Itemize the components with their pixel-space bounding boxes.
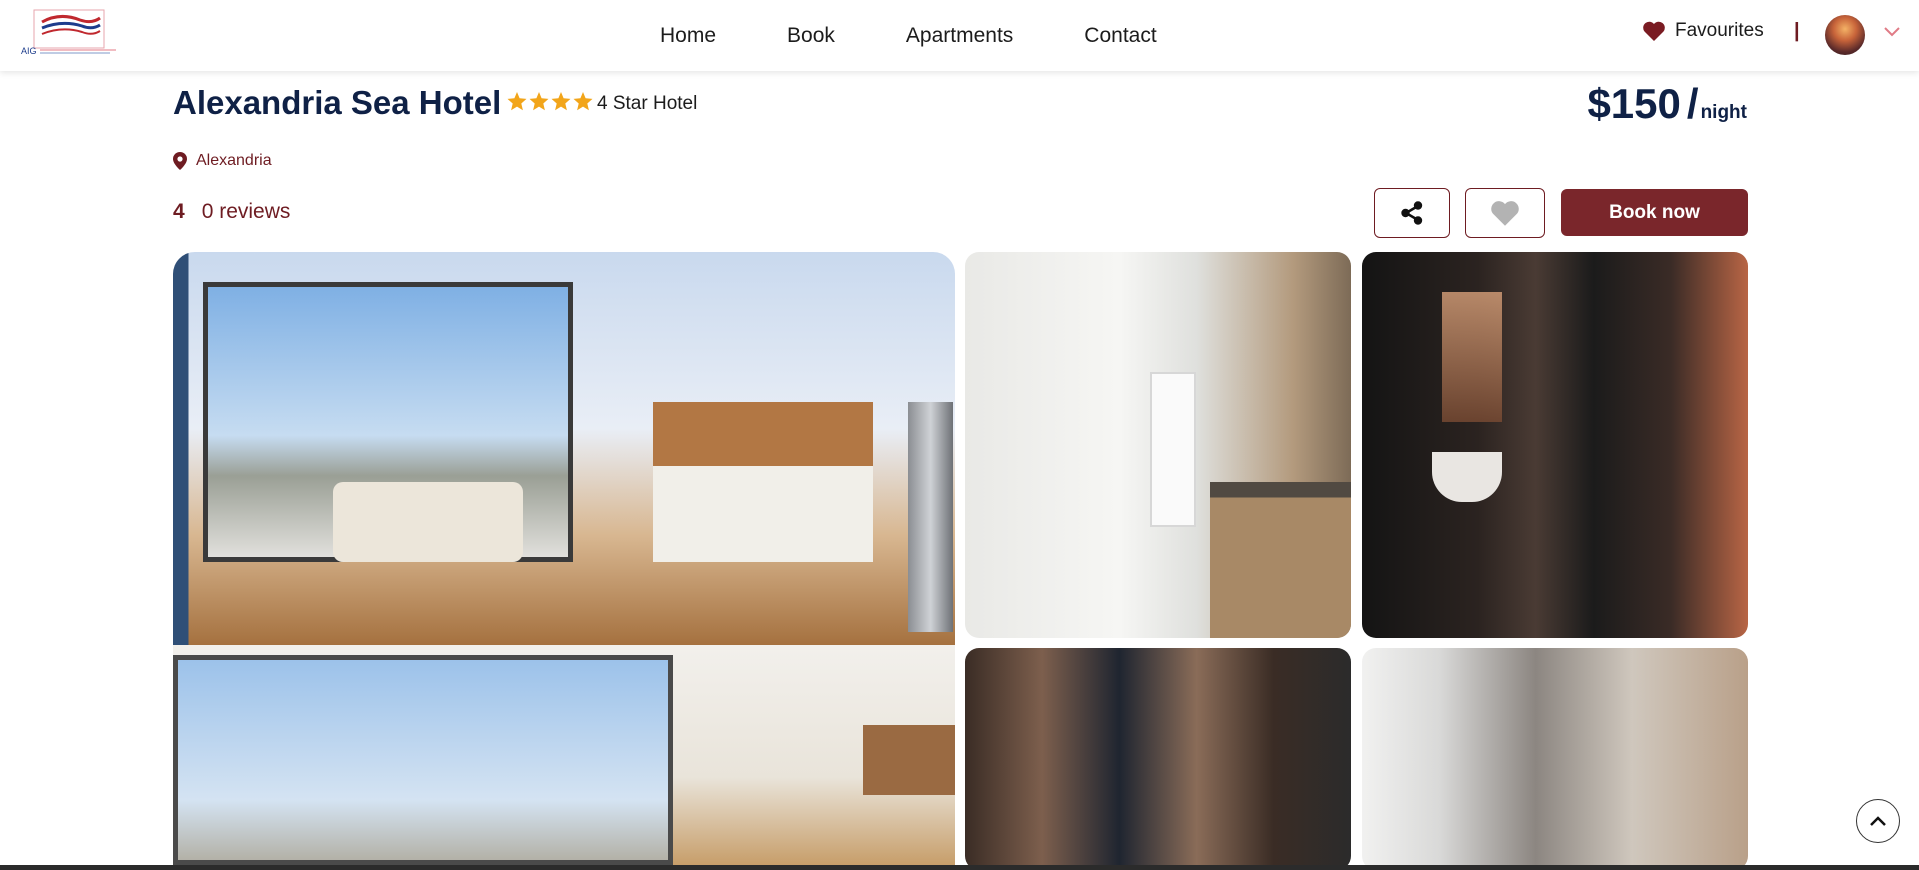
gallery-photo-living-room-2[interactable] (173, 645, 955, 865)
bathtub-shape (1432, 452, 1502, 502)
gallery-photo-dark-suite[interactable] (1362, 252, 1748, 638)
scroll-to-top-button[interactable] (1856, 799, 1900, 843)
star-icon (573, 92, 593, 111)
favourites-label: Favourites (1675, 20, 1764, 41)
share-icon (1401, 201, 1423, 225)
bottom-bar (0, 865, 1919, 870)
star-label: 4 Star Hotel (597, 93, 698, 114)
price-amount: $150 (1587, 80, 1681, 127)
heart-icon (1491, 201, 1519, 226)
share-button[interactable] (1374, 188, 1450, 238)
favourites-link[interactable]: Favourites (1642, 20, 1764, 42)
location-label: Alexandria (196, 152, 272, 169)
map-pin-icon (173, 152, 187, 170)
gallery-photo-shower-room[interactable] (1362, 648, 1748, 870)
hotel-name: Alexandria Sea Hotel (173, 84, 502, 121)
chevron-up-icon (1870, 816, 1886, 826)
price-unit: night (1700, 102, 1747, 123)
kitchen-shape (653, 402, 873, 562)
site-logo[interactable]: AIG (20, 8, 120, 58)
nav-contact[interactable]: Contact (1084, 24, 1156, 48)
door-shape (1150, 372, 1196, 527)
navbar: AIG Home Book Apartments Contact Favouri… (0, 0, 1919, 71)
price: $150 / night (1587, 80, 1747, 128)
nav-book[interactable]: Book (787, 24, 835, 48)
logo-text: AIG (21, 46, 37, 56)
nav-apartments[interactable]: Apartments (906, 24, 1013, 48)
reviews-summary[interactable]: 4 0 reviews (173, 200, 290, 224)
cabinet-shape (863, 725, 955, 795)
heart-icon (1643, 21, 1665, 41)
price-slash: / (1686, 80, 1699, 127)
location: Alexandria (173, 152, 272, 170)
window-shape (173, 655, 673, 865)
gallery-photo-bathroom-kitchen[interactable] (965, 252, 1351, 638)
window-glow-shape (1442, 292, 1502, 422)
star-rating (507, 92, 595, 111)
sofa-shape (333, 482, 523, 562)
star-icon (551, 92, 571, 111)
gallery-photo-living-room[interactable] (173, 252, 955, 645)
counter-shape (1210, 482, 1351, 638)
star-icon (507, 92, 527, 111)
chevron-down-icon[interactable] (1883, 26, 1901, 38)
main-nav: Home Book Apartments Contact (660, 0, 1157, 71)
favourite-button[interactable] (1465, 188, 1545, 238)
fridge-shape (908, 402, 953, 632)
rating-value: 4 (173, 200, 185, 223)
user-avatar[interactable] (1825, 15, 1865, 55)
header-separator: | (1794, 20, 1800, 42)
book-now-button[interactable]: Book now (1561, 189, 1748, 236)
star-icon (529, 92, 549, 111)
reviews-count: 0 reviews (201, 200, 291, 223)
gallery-photo-bathroom-brown[interactable] (965, 648, 1351, 870)
nav-home[interactable]: Home (660, 24, 716, 48)
